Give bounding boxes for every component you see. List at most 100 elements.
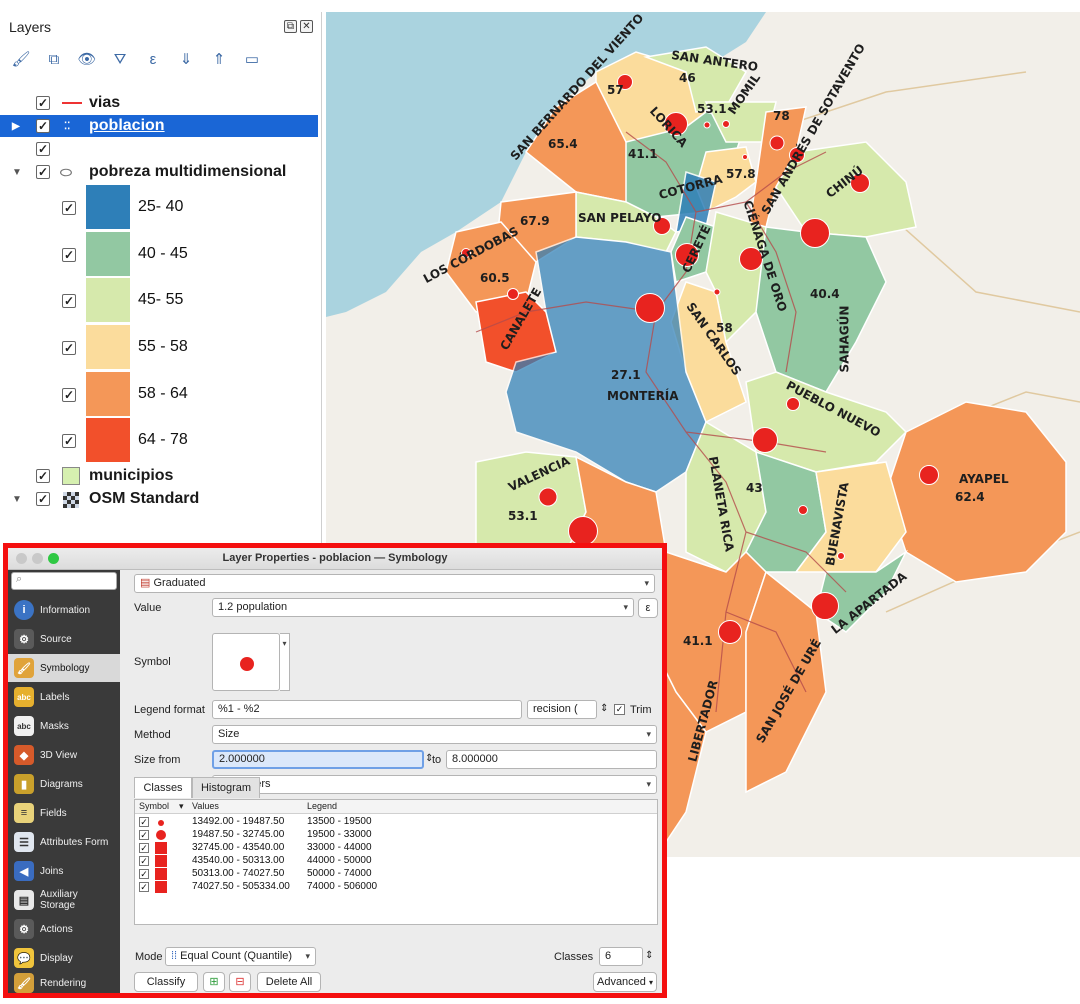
- float-panel-icon[interactable]: ⧉: [284, 20, 297, 33]
- add-class-icon[interactable]: ⊞: [203, 972, 225, 992]
- population-marker[interactable]: [919, 465, 939, 485]
- table-row[interactable]: ✓ 32745.00 - 43540.00 33000 - 44000: [135, 842, 657, 855]
- class-symbol[interactable]: [155, 855, 167, 867]
- class-checkbox[interactable]: ✓: [139, 882, 149, 892]
- population-marker[interactable]: [713, 288, 721, 296]
- layer-visibility-checkbox[interactable]: ✓: [36, 165, 50, 179]
- sidebar-item-diagrams[interactable]: ▮ Diagrams: [8, 770, 120, 798]
- class-visibility-checkbox[interactable]: ✓: [62, 388, 76, 402]
- class-symbol[interactable]: [155, 868, 167, 880]
- dialog-titlebar[interactable]: Layer Properties - poblacion — Symbology: [8, 548, 662, 570]
- class-visibility-checkbox[interactable]: ✓: [62, 341, 76, 355]
- class-checkbox[interactable]: ✓: [139, 843, 149, 853]
- collapse-arrow-icon[interactable]: ▼: [12, 494, 22, 505]
- sidebar-item-masks[interactable]: abc Masks: [8, 712, 120, 740]
- class-symbol[interactable]: [156, 830, 166, 840]
- table-row[interactable]: ✓ 19487.50 - 32745.00 19500 - 33000: [135, 829, 657, 842]
- column-header[interactable]: Symbol: [139, 801, 169, 811]
- size-to-input[interactable]: 8.000000: [446, 750, 657, 769]
- classes-count-spinbox[interactable]: 6: [599, 947, 643, 966]
- symbol-button[interactable]: [212, 633, 280, 691]
- population-marker[interactable]: [703, 121, 711, 129]
- style-manager-icon[interactable]: 🖌: [10, 48, 32, 70]
- sidebar-item-source[interactable]: ⚙ Source: [8, 625, 120, 653]
- legend-class-row[interactable]: ✓ 45- 55: [0, 278, 318, 324]
- remove-class-icon[interactable]: ⊟: [229, 972, 251, 992]
- population-marker[interactable]: [568, 516, 598, 546]
- class-legend[interactable]: 44000 - 50000: [307, 855, 372, 866]
- symbol-dropdown[interactable]: ▾: [280, 633, 290, 691]
- expand-arrow-icon[interactable]: ▶: [12, 121, 20, 132]
- class-visibility-checkbox[interactable]: ✓: [62, 201, 76, 215]
- layer-visibility-checkbox[interactable]: ✓: [36, 142, 50, 156]
- mode-select[interactable]: ⁞⁞ Equal Count (Quantile) ▾: [165, 947, 316, 966]
- sidebar-item-joins[interactable]: ◀ Joins: [8, 857, 120, 885]
- layer-row-vias[interactable]: ✓ vias: [0, 92, 318, 114]
- sidebar-item-information[interactable]: i Information: [8, 596, 120, 624]
- class-checkbox[interactable]: ✓: [139, 817, 149, 827]
- table-row[interactable]: ✓ 74027.50 - 505334.00 74000 - 506000: [135, 881, 657, 894]
- legend-format-input[interactable]: %1 - %2: [212, 700, 522, 719]
- unit-select[interactable]: Millimeters ▾: [212, 775, 657, 794]
- population-marker[interactable]: [538, 487, 558, 507]
- renderer-select[interactable]: ▤ Graduated ▾: [134, 574, 655, 593]
- population-marker[interactable]: [786, 397, 800, 411]
- column-header[interactable]: Values: [192, 801, 219, 811]
- precision-spinbox[interactable]: recision (: [527, 700, 597, 719]
- legend-class-row[interactable]: ✓ 58 - 64: [0, 372, 318, 418]
- class-checkbox[interactable]: ✓: [139, 869, 149, 879]
- layer-row-osm[interactable]: ▼ ✓ OSM Standard: [0, 488, 318, 510]
- class-visibility-checkbox[interactable]: ✓: [62, 434, 76, 448]
- collapse-all-icon[interactable]: ⇑: [208, 48, 230, 70]
- layer-row-municipios[interactable]: ✓ municipios: [0, 465, 318, 487]
- sidebar-item-auxiliary-storage[interactable]: ▤ Auxiliary Storage: [8, 886, 120, 914]
- class-symbol[interactable]: [155, 881, 167, 893]
- table-row[interactable]: ✓ 13492.00 - 19487.50 13500 - 19500: [135, 816, 657, 829]
- class-legend[interactable]: 74000 - 506000: [307, 881, 377, 892]
- class-values[interactable]: 32745.00 - 43540.00: [192, 842, 284, 853]
- spin-arrows-icon[interactable]: ⇕: [600, 703, 608, 714]
- population-marker[interactable]: [507, 288, 519, 300]
- spin-arrows-icon[interactable]: ⇕: [645, 950, 653, 961]
- legend-class-row[interactable]: ✓ 25- 40: [0, 185, 318, 231]
- layer-row-pobreza[interactable]: ▼ ✓ ⬭ pobreza multidimensional: [0, 161, 318, 183]
- sidebar-item-fields[interactable]: ≡ Fields: [8, 799, 120, 827]
- class-values[interactable]: 43540.00 - 50313.00: [192, 855, 284, 866]
- sidebar-search-input[interactable]: ⌕: [11, 572, 117, 590]
- population-marker[interactable]: [752, 427, 778, 453]
- population-marker[interactable]: [769, 135, 785, 151]
- collapse-arrow-icon[interactable]: ▼: [12, 167, 22, 178]
- sidebar-item-display[interactable]: 💬 Display: [8, 944, 120, 972]
- class-values[interactable]: 13492.00 - 19487.50: [192, 816, 284, 827]
- class-values[interactable]: 19487.50 - 32745.00: [192, 829, 284, 840]
- sidebar-item-labels[interactable]: abc Labels: [8, 683, 120, 711]
- expression-button[interactable]: ε: [638, 598, 658, 618]
- population-marker[interactable]: [718, 620, 742, 644]
- expand-all-icon[interactable]: ⇓: [175, 48, 197, 70]
- sidebar-item-attributes-form[interactable]: ☰ Attributes Form: [8, 828, 120, 856]
- class-values[interactable]: 74027.50 - 505334.00: [192, 881, 290, 892]
- population-marker[interactable]: [798, 505, 808, 515]
- class-visibility-checkbox[interactable]: ✓: [62, 294, 76, 308]
- population-marker[interactable]: [811, 592, 839, 620]
- sidebar-item-actions[interactable]: ⚙ Actions: [8, 915, 120, 943]
- column-header[interactable]: Legend: [307, 801, 337, 811]
- delete-all-button[interactable]: Delete All: [257, 972, 321, 992]
- advanced-menu-button[interactable]: Advanced ▾: [593, 972, 657, 992]
- class-legend[interactable]: 19500 - 33000: [307, 829, 372, 840]
- class-values[interactable]: 50313.00 - 74027.50: [192, 868, 284, 879]
- table-row[interactable]: ✓ 43540.00 - 50313.00 44000 - 50000: [135, 855, 657, 868]
- layer-visibility-checkbox[interactable]: ✓: [36, 469, 50, 483]
- tab-histogram[interactable]: Histogram: [192, 777, 260, 798]
- classify-button[interactable]: Classify: [134, 972, 198, 992]
- sidebar-item-3d-view[interactable]: ◆ 3D View: [8, 741, 120, 769]
- layer-visibility-checkbox[interactable]: ✓: [36, 119, 50, 133]
- sidebar-item-rendering[interactable]: 🖌 Rendering: [8, 973, 120, 993]
- population-marker[interactable]: [800, 218, 830, 248]
- legend-class-row[interactable]: ✓ 40 - 45: [0, 232, 318, 278]
- layer-visibility-checkbox[interactable]: ✓: [36, 492, 50, 506]
- population-marker[interactable]: [742, 154, 748, 160]
- population-marker[interactable]: [722, 120, 730, 128]
- class-legend[interactable]: 50000 - 74000: [307, 868, 372, 879]
- filter-legend-icon[interactable]: ⛛: [109, 48, 131, 70]
